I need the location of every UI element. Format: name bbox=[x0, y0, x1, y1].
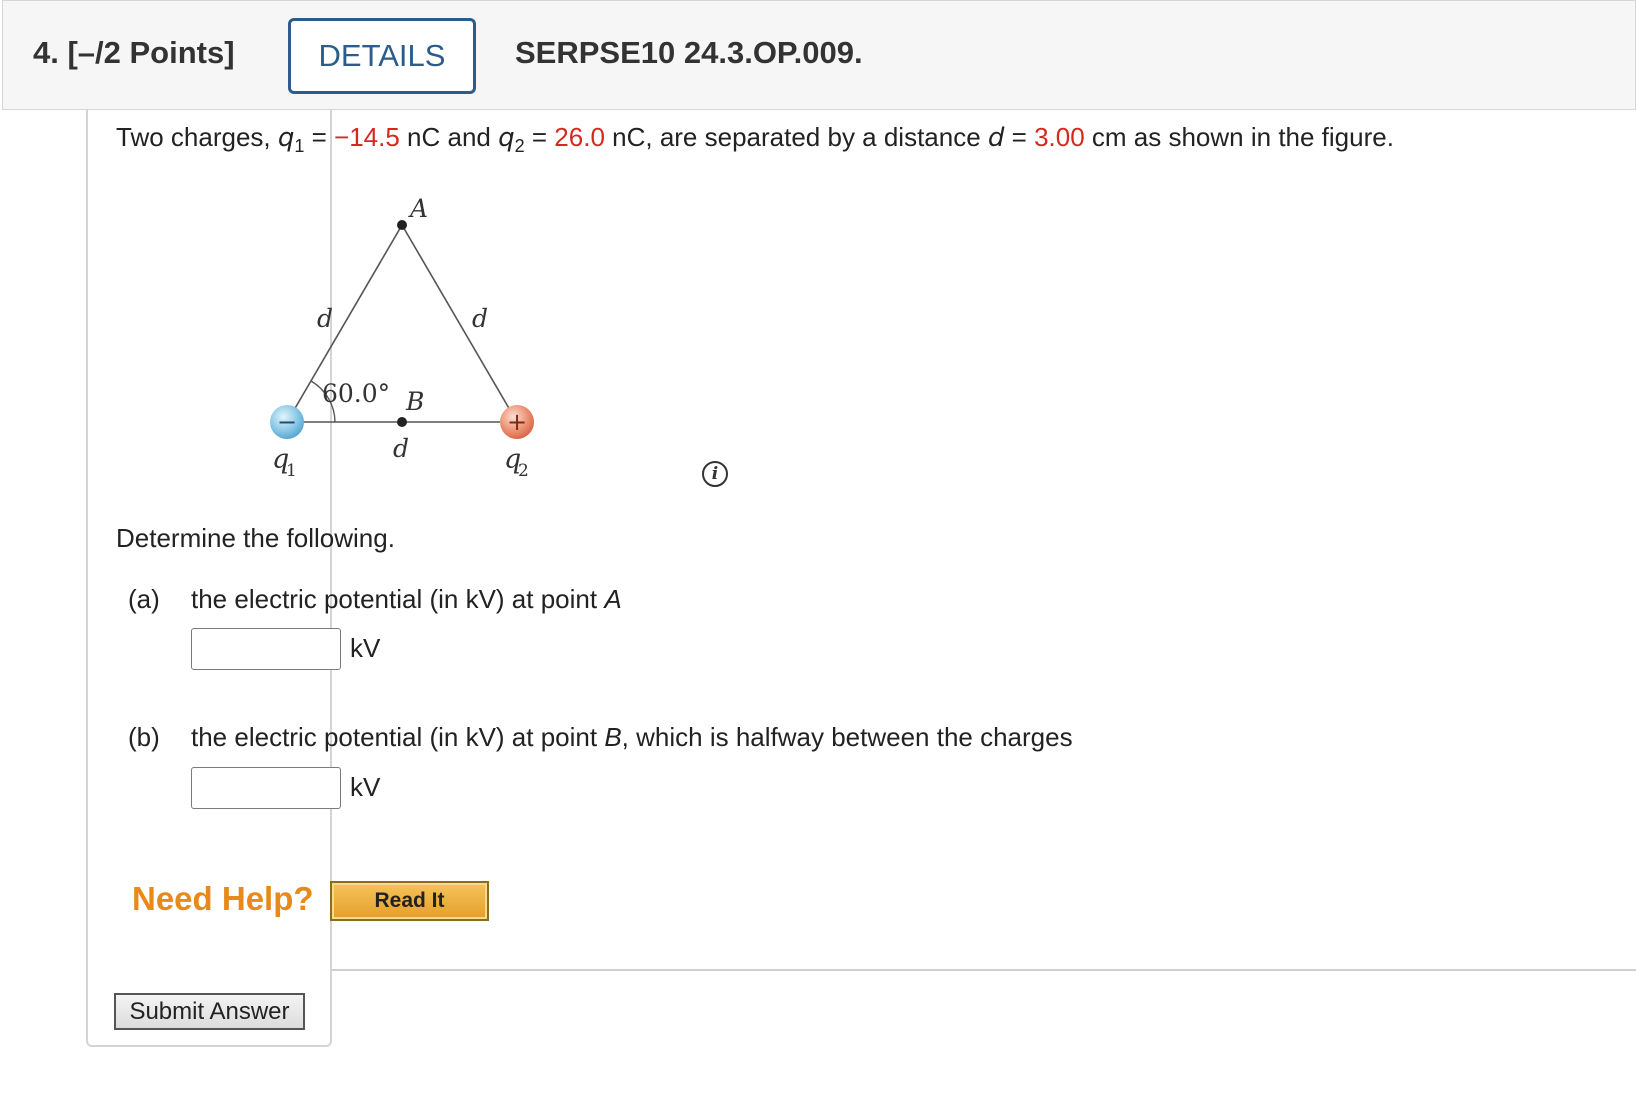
q2-symbol: q bbox=[498, 123, 515, 153]
q1-charge-sphere: − bbox=[270, 405, 304, 439]
equals-sign: = bbox=[524, 122, 555, 152]
read-it-button[interactable]: Read It bbox=[330, 881, 489, 921]
d-value: 3.00 bbox=[1034, 122, 1085, 152]
q2-value: 26.0 bbox=[554, 122, 605, 152]
q2-charge-sphere: + bbox=[500, 405, 534, 439]
label-d-left: d bbox=[317, 304, 333, 333]
point-B-dot bbox=[397, 417, 407, 427]
part-b-question: the electric potential (in kV) at point … bbox=[191, 722, 1073, 753]
label-point-B: B bbox=[405, 387, 424, 416]
label-q2-subscript: 2 bbox=[518, 461, 529, 481]
q1-unit-text: nC and bbox=[399, 122, 499, 152]
part-a-question: the electric potential (in kV) at point … bbox=[191, 584, 622, 615]
part-a-answer-input[interactable] bbox=[191, 628, 341, 670]
problem-statement: Two charges, q1 = −14.5 nC and q2 = 26.0… bbox=[116, 122, 1394, 157]
part-b-suffix: , which is halfway between the charges bbox=[621, 722, 1073, 752]
prompt-tail: cm as shown in the figure. bbox=[1084, 122, 1394, 152]
q1-subscript: 1 bbox=[294, 136, 305, 156]
prompt-lead: Two charges, bbox=[116, 122, 278, 152]
angle-label: 60.0° bbox=[322, 379, 390, 408]
part-b-unit: kV bbox=[350, 772, 381, 802]
submit-answer-button[interactable]: Submit Answer bbox=[114, 993, 305, 1030]
plus-sign: + bbox=[507, 408, 527, 436]
instructions-text: Determine the following. bbox=[116, 523, 395, 553]
label-q1-subscript: 1 bbox=[286, 461, 297, 481]
point-A-dot bbox=[397, 220, 407, 230]
part-b-answer-input[interactable] bbox=[191, 767, 341, 809]
part-a-point: A bbox=[604, 584, 622, 614]
q1-value: −14.5 bbox=[334, 122, 400, 152]
q2-subscript: 2 bbox=[514, 136, 525, 156]
equals-sign: = bbox=[1004, 122, 1035, 152]
part-b-text: the electric potential (in kV) at point bbox=[191, 722, 605, 752]
d-symbol: d bbox=[987, 123, 1005, 153]
label-point-A: A bbox=[408, 194, 428, 223]
q2-unit-text: nC, are separated by a distance bbox=[604, 122, 988, 152]
question-points-label: 4. [–/2 Points] bbox=[33, 35, 235, 70]
equals-sign: = bbox=[304, 122, 335, 152]
part-a-label: (a) bbox=[128, 584, 160, 614]
q1-symbol: q bbox=[277, 123, 295, 153]
part-b-point: B bbox=[604, 722, 622, 752]
part-a-unit: kV bbox=[350, 633, 381, 663]
label-d-bottom: d bbox=[393, 434, 409, 463]
question-header: 4. [–/2 Points] DETAILS SERPSE10 24.3.OP… bbox=[2, 0, 1636, 110]
need-help-label: Need Help? bbox=[132, 880, 314, 917]
question-code: SERPSE10 24.3.OP.009. bbox=[515, 35, 863, 70]
minus-sign: − bbox=[277, 408, 297, 436]
details-button[interactable]: DETAILS bbox=[288, 18, 476, 94]
label-d-right: d bbox=[472, 304, 488, 333]
footer-divider bbox=[332, 969, 1636, 971]
part-b-label: (b) bbox=[128, 722, 160, 752]
info-icon[interactable]: i bbox=[702, 461, 728, 487]
part-a-text: the electric potential (in kV) at point bbox=[191, 584, 605, 614]
charges-triangle-figure: − + A B d d d 60.0° q 1 q 2 bbox=[270, 194, 534, 481]
